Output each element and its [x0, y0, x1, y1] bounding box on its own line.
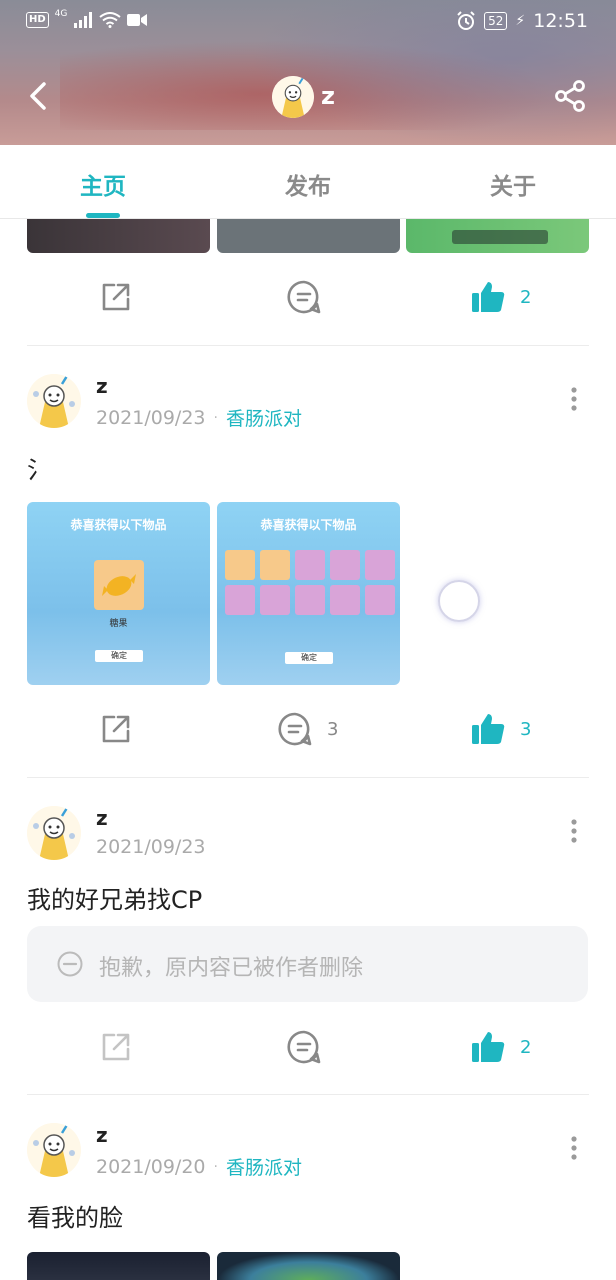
post-meta: 2021/09/20 · 香肠派对: [96, 1153, 302, 1180]
like-button[interactable]: 3: [470, 704, 531, 754]
post-author[interactable]: z: [96, 806, 108, 830]
like-count: 2: [520, 286, 532, 308]
video-icon: [127, 14, 148, 26]
meta-separator: ·: [213, 409, 218, 426]
forward-button[interactable]: [98, 704, 134, 754]
forward-icon: [102, 715, 130, 743]
clock: 12:51: [533, 10, 588, 32]
forward-button[interactable]: [98, 272, 134, 322]
nav-username: z: [321, 82, 335, 110]
wifi-icon: [99, 12, 121, 28]
post-date: 2021/09/23: [96, 406, 206, 429]
nav-avatar[interactable]: [272, 76, 314, 118]
thumb-title: 恭喜获得以下物品: [260, 518, 357, 532]
post-avatar[interactable]: [27, 806, 81, 860]
comment-icon: [278, 712, 312, 746]
confirm-label: 确定: [285, 652, 333, 664]
post-image-1[interactable]: [27, 218, 210, 253]
post-divider: [27, 1094, 589, 1095]
post-topic-tag[interactable]: 香肠派对: [226, 404, 302, 431]
back-icon[interactable]: [22, 78, 58, 114]
confirm-label: 确定: [95, 650, 143, 662]
alarm-icon: [457, 11, 475, 30]
post-text: 氵: [27, 456, 51, 484]
post-image-2[interactable]: 恭喜获得以下物品 确定: [217, 502, 400, 685]
thumb-title: 恭喜获得以下物品: [70, 518, 167, 532]
more-icon[interactable]: [566, 386, 582, 412]
post-image-3[interactable]: [406, 218, 589, 253]
active-tab-indicator: [86, 213, 120, 218]
comment-count: 3: [327, 718, 339, 740]
battery-level: 52: [484, 12, 508, 30]
post-date: 2021/09/23: [96, 836, 206, 858]
status-bar: HD 4G 52 ⚡ 12:51: [0, 0, 616, 48]
like-button[interactable]: 2: [470, 1022, 531, 1072]
top-nav: z: [0, 60, 616, 136]
more-icon[interactable]: [566, 1135, 582, 1161]
post-text: 看我的脸: [27, 1204, 123, 1232]
post-author[interactable]: z: [96, 1123, 108, 1147]
post-text: 我的好兄弟找CP: [27, 886, 203, 914]
meta-separator: ·: [213, 1158, 218, 1175]
share-icon[interactable]: [552, 78, 588, 114]
comment-button[interactable]: [286, 272, 322, 322]
post-image-2[interactable]: [217, 218, 400, 253]
comment-icon: [287, 1030, 321, 1064]
thumbs-up-icon: [472, 1032, 505, 1062]
post-avatar[interactable]: [27, 1123, 81, 1177]
post-divider: [27, 345, 589, 346]
like-button[interactable]: 2: [470, 272, 531, 322]
deleted-icon: [57, 951, 83, 977]
post-date: 2021/09/20: [96, 1155, 206, 1178]
like-count: 3: [520, 718, 532, 740]
more-icon[interactable]: [566, 818, 582, 844]
post-avatar[interactable]: [27, 374, 81, 428]
post-actions: 2: [0, 1022, 616, 1072]
forward-icon: [102, 1033, 130, 1061]
charging-icon: ⚡: [515, 13, 526, 29]
comment-icon: [287, 280, 321, 314]
forward-button[interactable]: [98, 1022, 134, 1072]
like-count: 2: [520, 1036, 532, 1058]
post-meta: 2021/09/23: [96, 836, 206, 858]
post-image-2[interactable]: [217, 1252, 400, 1280]
comment-button[interactable]: [286, 1022, 322, 1072]
reward-item: [94, 560, 144, 610]
post-topic-tag[interactable]: 香肠派对: [226, 1153, 302, 1180]
signal-icon: [74, 12, 93, 28]
deleted-content-notice: 抱歉，原内容已被作者删除: [27, 926, 588, 1002]
tab-about[interactable]: 关于: [453, 167, 573, 201]
thumbs-up-icon: [472, 282, 505, 312]
post-actions: 2: [0, 272, 616, 322]
post-actions: 3 3: [0, 704, 616, 754]
tab-posts[interactable]: 发布: [248, 167, 368, 201]
post-image-1[interactable]: 恭喜获得以下物品 糖果 确定: [27, 502, 210, 685]
post-image-1[interactable]: [27, 1252, 210, 1280]
post-meta: 2021/09/23 · 香肠派对: [96, 404, 302, 431]
post-divider: [27, 777, 589, 778]
post-author[interactable]: z: [96, 374, 108, 398]
reward-item-name: 糖果: [109, 619, 128, 629]
tab-home[interactable]: 主页: [43, 167, 163, 201]
loading-spinner: [438, 580, 480, 622]
hd-indicator: HD: [26, 12, 49, 28]
deleted-text: 抱歉，原内容已被作者删除: [99, 956, 364, 981]
comment-button[interactable]: 3: [277, 704, 338, 754]
thumbs-up-icon: [472, 714, 505, 744]
profile-tabs: 主页 发布 关于: [0, 145, 616, 219]
network-label: 4G: [54, 9, 68, 19]
forward-icon: [102, 283, 130, 311]
